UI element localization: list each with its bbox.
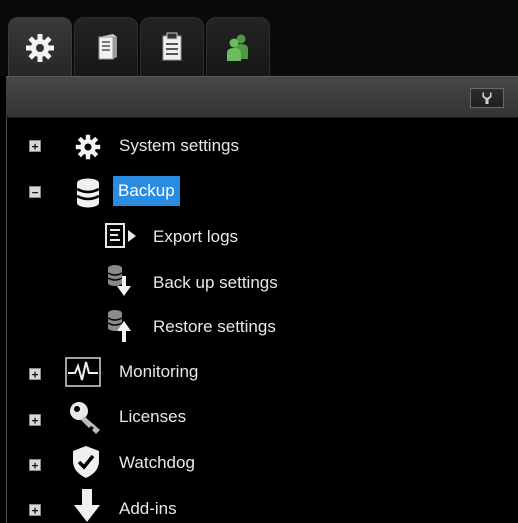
database-up-icon [107,310,131,342]
tree-item-label: Monitoring [119,362,199,381]
tree-item-label: Restore settings [153,317,276,336]
tree-item-label: Licenses [119,407,187,426]
tree-item-label: System settings [119,136,239,155]
shield-check-icon [73,446,99,478]
tools-button[interactable] [470,88,504,108]
key-icon [70,402,100,434]
tree-item-label: Watchdog [119,453,195,472]
export-log-icon [105,223,136,248]
database-down-icon [107,265,131,296]
tree-item-label: Back up settings [153,273,278,292]
clipboard-icon [162,32,182,61]
gear-icon [26,33,54,62]
expand-button[interactable]: + [29,368,41,380]
collapse-button[interactable]: − [29,186,41,198]
tree-item-label: Export logs [153,227,239,246]
database-icon [76,178,100,208]
wrench-icon [482,92,492,104]
expand-button[interactable]: + [29,414,41,426]
settings-window: + System settings − Backup Export logs B… [0,0,518,523]
tab-reports[interactable] [140,17,204,76]
arrow-down-icon [74,488,100,522]
settings-tree: + System settings − Backup Export logs B… [6,118,518,523]
tab-users[interactable] [206,17,270,76]
server-icon [98,34,117,60]
tab-servers[interactable] [74,17,138,76]
expand-button[interactable]: + [29,140,41,152]
tab-bar [0,0,518,77]
toolbar [6,76,518,118]
expand-button[interactable]: + [29,459,41,471]
expand-button[interactable]: + [29,504,41,516]
tree-item-label: Add-ins [119,499,177,518]
tab-settings[interactable] [8,17,72,77]
users-icon [227,34,248,61]
tree-item-label: Backup [113,176,180,206]
heartbeat-icon [65,357,101,387]
gear-icon [75,134,101,160]
